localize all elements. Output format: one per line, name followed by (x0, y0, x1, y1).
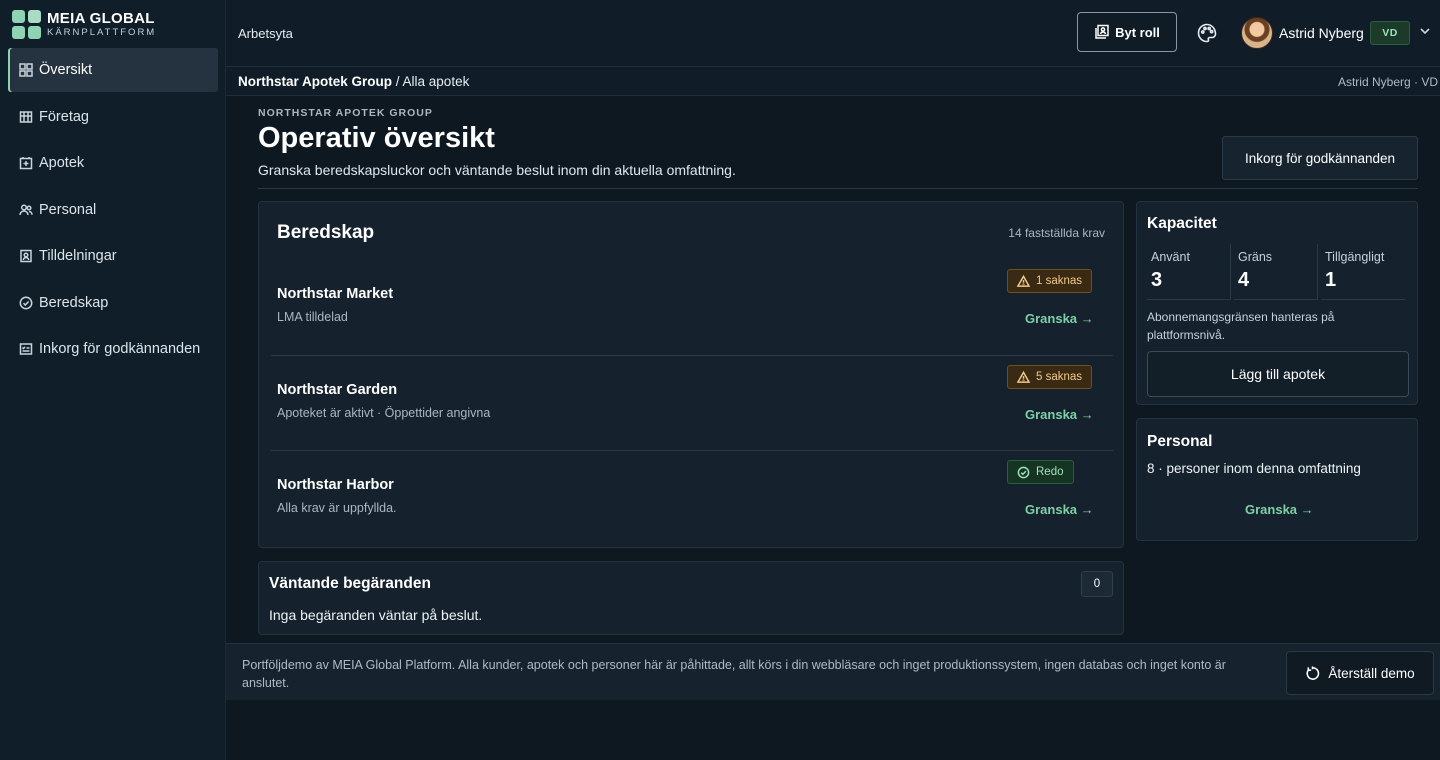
review-link[interactable]: Granska → (1245, 502, 1314, 517)
grid-icon (19, 63, 33, 77)
stat-available: Tillgängligt 1 (1321, 244, 1405, 300)
badge-icon (19, 249, 33, 263)
staff-count: 8 · personer inom denna omfattning (1147, 461, 1361, 476)
check-circle-icon (1017, 466, 1030, 478)
staff-title: Personal (1147, 433, 1213, 450)
status-badge: 5 saknas (1007, 365, 1093, 389)
breadcrumb: Northstar Apotek Group / Alla apotek (238, 74, 469, 89)
workspace-title: Arbetsyta (238, 26, 293, 41)
warning-icon (1017, 274, 1030, 287)
sidebar-item-label: Företag (39, 108, 89, 125)
chevron-down-icon[interactable] (1418, 24, 1432, 38)
demo-footer: Portföljdemo av MEIA Global Platform. Al… (226, 643, 1440, 700)
stat-label: Tillgängligt (1325, 250, 1385, 264)
reset-icon (1306, 665, 1320, 680)
pharmacy-desc: Alla krav är uppfyllda. (277, 501, 397, 515)
avatar[interactable] (1241, 17, 1273, 49)
pharmacy-icon (19, 156, 33, 170)
capacity-card: Kapacitet Använt 3 Gräns 4 Tillgängligt … (1136, 201, 1418, 405)
page-title: Operativ översikt (258, 122, 495, 154)
stat-value: 3 (1151, 269, 1163, 291)
add-pharmacy-button[interactable]: Lägg till apotek (1147, 351, 1409, 397)
switch-role-button[interactable]: Byt roll (1077, 12, 1177, 52)
review-link[interactable]: Granska → (1025, 311, 1094, 326)
status-badge: Redo (1007, 460, 1074, 484)
readiness-row: Northstar Harbor Alla krav är uppfyllda.… (271, 451, 1113, 546)
sidebar: MEIA GLOBAL KÄRNPLATTFORM Översikt Föret… (0, 0, 226, 760)
breadcrumb-org[interactable]: Northstar Apotek Group (238, 74, 392, 89)
reset-demo-label: Återställ demo (1328, 665, 1415, 681)
approval-inbox-button[interactable]: Inkorg för godkännanden (1222, 136, 1418, 180)
pharmacy-desc: LMA tilldelad (277, 310, 348, 324)
pending-requests-card: Väntande begäranden 0 Inga begäranden vä… (258, 561, 1124, 635)
capacity-note: Abonnemangsgränsen hanteras på plattform… (1147, 310, 1335, 342)
status-badge-label: 1 saknas (1036, 275, 1083, 287)
building-icon (19, 110, 33, 124)
sidebar-item-label: Beredskap (39, 294, 109, 311)
stat-used: Använt 3 (1147, 244, 1231, 300)
stat-label: Använt (1151, 250, 1190, 264)
page-subtitle: Granska beredskapsluckor och väntande be… (258, 162, 736, 178)
stat-value: 4 (1238, 269, 1250, 291)
pharmacy-name: Northstar Garden (277, 382, 398, 398)
sidebar-item-label: Apotek (39, 155, 85, 171)
readiness-row: Northstar Garden Apoteket är aktivt · Öp… (271, 356, 1113, 451)
staff-card: Personal 8 · personer inom denna omfattn… (1136, 418, 1418, 541)
pending-title: Väntande begäranden (269, 575, 431, 592)
status-badge-label: 5 saknas (1036, 371, 1083, 383)
inbox-icon (19, 342, 33, 356)
pharmacy-name: Northstar Market (277, 286, 394, 302)
breadcrumb-bar: Northstar Apotek Group / Alla apotek Ast… (226, 67, 1440, 96)
sidebar-item-label: Tilldelningar (39, 248, 117, 264)
sidebar-item-label: Personal (39, 201, 97, 218)
divider (258, 188, 1418, 189)
sidebar-item-inkorg[interactable]: Inkorg för godkännanden (8, 327, 218, 371)
sidebar-nav: Översikt Företag Apotek Personal Tilldel… (8, 48, 218, 374)
pharmacy-name: Northstar Harbor (277, 477, 394, 493)
breadcrumb-current: Alla apotek (402, 74, 470, 89)
topbar: Arbetsyta Byt roll Astrid Nyberg VD (226, 0, 1440, 67)
readiness-card: Beredskap 14 fastställda krav Northstar … (258, 201, 1124, 548)
breadcrumb-separator: / (392, 74, 403, 89)
review-link[interactable]: Granska → (1025, 502, 1094, 517)
status-badge-label: Redo (1036, 466, 1064, 478)
status-badge: 1 saknas (1007, 269, 1093, 293)
sidebar-item-tilldelningar[interactable]: Tilldelningar (8, 234, 218, 278)
sidebar-item-personal[interactable]: Personal (8, 188, 218, 232)
user-name[interactable]: Astrid Nyberg (1279, 25, 1364, 41)
brand-name: MEIA GLOBAL (47, 9, 155, 27)
switch-role-label: Byt roll (1115, 24, 1160, 40)
page-eyebrow: NORTHSTAR APOTEK GROUP (258, 107, 433, 119)
role-badge: VD (1370, 21, 1410, 45)
switch-role-icon (1095, 24, 1109, 39)
stat-label: Gräns (1238, 250, 1273, 264)
palette-icon[interactable] (1196, 22, 1218, 44)
pending-count-badge: 0 (1081, 571, 1113, 597)
brand[interactable]: MEIA GLOBAL KÄRNPLATTFORM (12, 10, 156, 39)
stat-value: 1 (1325, 269, 1337, 291)
readiness-row: Northstar Market LMA tilldelad 1 saknas … (271, 261, 1113, 356)
review-link[interactable]: Granska → (1025, 407, 1094, 422)
pharmacy-desc: Apoteket är aktivt · Öppettider angivna (277, 406, 491, 420)
readiness-title: Beredskap (277, 222, 375, 243)
sidebar-item-label: Översikt (39, 62, 93, 78)
reset-demo-button[interactable]: Återställ demo (1286, 651, 1434, 695)
sidebar-item-foretag[interactable]: Företag (8, 95, 218, 139)
sidebar-item-label: Inkorg för godkännanden (39, 341, 201, 357)
requirements-count: 14 fastställda krav (1008, 226, 1105, 240)
sidebar-item-beredskap[interactable]: Beredskap (8, 281, 218, 325)
breadcrumb-user: Astrid Nyberg · VD (1337, 75, 1438, 89)
stat-limit: Gräns 4 (1234, 244, 1318, 300)
pending-empty-text: Inga begäranden väntar på beslut. (269, 607, 483, 623)
sidebar-item-apotek[interactable]: Apotek (8, 141, 218, 185)
logo-icon (12, 10, 41, 39)
capacity-title: Kapacitet (1147, 215, 1217, 232)
brand-subtitle: KÄRNPLATTFORM (47, 26, 157, 38)
warning-icon (1017, 370, 1030, 383)
check-circle-icon (19, 296, 33, 310)
footer-text: Portföljdemo av MEIA Global Platform. Al… (242, 658, 1226, 690)
sidebar-item-oversikt[interactable]: Översikt (8, 48, 218, 92)
users-icon (19, 203, 33, 217)
